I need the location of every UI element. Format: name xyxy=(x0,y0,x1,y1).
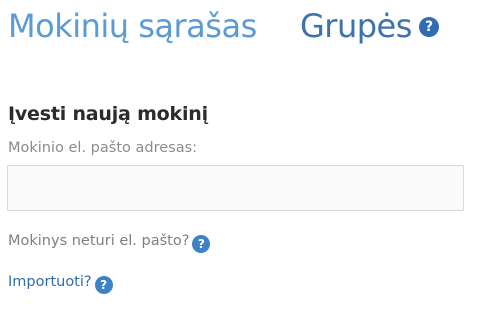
section-title: Įvesti naują mokinį xyxy=(8,103,208,125)
import-link[interactable]: Importuoti? xyxy=(8,274,92,290)
tab-groups[interactable]: Grupės xyxy=(300,6,412,46)
help-icon[interactable]: ? xyxy=(192,235,211,253)
import-row: Importuoti?? xyxy=(8,274,113,294)
page: Mokinių sąrašas Grupės ? Įvesti naują mo… xyxy=(0,0,486,319)
email-label: Mokinio el. pašto adresas: xyxy=(8,140,198,156)
email-input[interactable] xyxy=(7,165,464,211)
help-icon[interactable]: ? xyxy=(419,17,439,37)
no-email-row: Mokinys neturi el. pašto?? xyxy=(8,233,211,253)
tab-students-list[interactable]: Mokinių sąrašas xyxy=(8,6,257,46)
help-icon[interactable]: ? xyxy=(94,276,113,294)
no-email-text: Mokinys neturi el. pašto? xyxy=(8,233,190,249)
